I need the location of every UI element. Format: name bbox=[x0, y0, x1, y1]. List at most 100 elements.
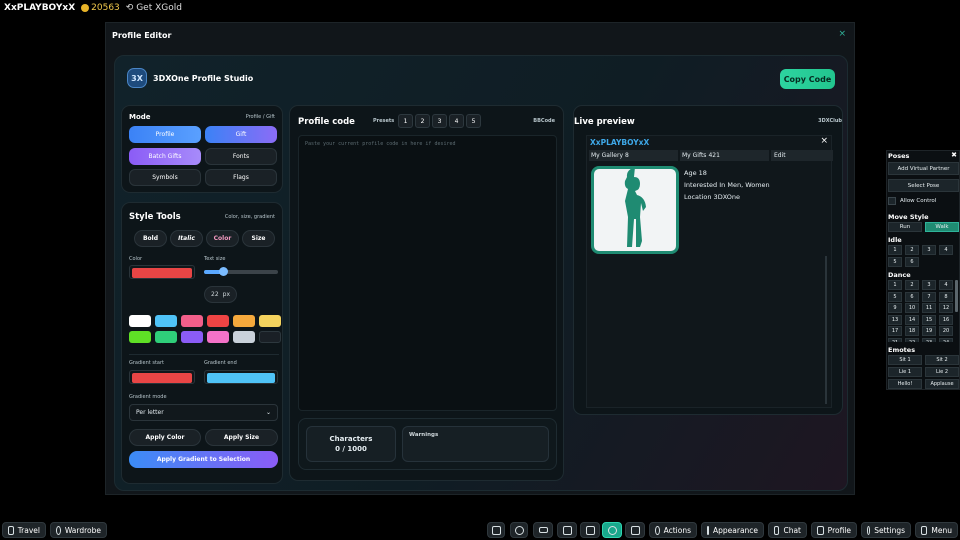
color-swatch-12[interactable] bbox=[259, 331, 281, 343]
dance-pose-button-12[interactable]: 12 bbox=[939, 303, 953, 313]
mode-symbols-button[interactable]: Symbols bbox=[129, 169, 201, 186]
dance-pose-button-19[interactable]: 19 bbox=[922, 326, 936, 336]
color-swatch-6[interactable] bbox=[259, 315, 281, 327]
gradient-end-picker[interactable] bbox=[204, 370, 278, 384]
size-button[interactable]: Size bbox=[242, 230, 275, 247]
preview-scrollbar[interactable] bbox=[825, 256, 827, 404]
idle-pose-button-1[interactable]: 1 bbox=[888, 245, 902, 255]
emote-button-2[interactable]: Sit 2 bbox=[925, 355, 959, 365]
dance-pose-button-1[interactable]: 1 bbox=[888, 280, 902, 290]
preview-close-button[interactable]: × bbox=[820, 136, 828, 146]
checkbox-box[interactable] bbox=[888, 197, 896, 205]
emote-button-5[interactable]: Hello! bbox=[888, 379, 922, 389]
color-swatch-2[interactable] bbox=[155, 315, 177, 327]
gift-icon-button[interactable] bbox=[487, 522, 505, 538]
dance-pose-button-15[interactable]: 15 bbox=[922, 314, 936, 325]
profile-code-textarea[interactable]: Paste your current profile code in here … bbox=[298, 135, 557, 411]
emote-button-6[interactable]: Applause bbox=[925, 379, 959, 389]
emote-button-1[interactable]: Sit 1 bbox=[888, 355, 922, 365]
poses-close-button[interactable]: ✖ bbox=[951, 151, 957, 159]
dance-pose-button-2[interactable]: 2 bbox=[905, 280, 919, 290]
menu-button[interactable]: Menu bbox=[915, 522, 958, 538]
dance-pose-button-23[interactable]: 23 bbox=[922, 337, 936, 342]
screenshot-button[interactable] bbox=[625, 522, 645, 538]
messages-icon-button[interactable] bbox=[533, 522, 553, 538]
idle-pose-button-2[interactable]: 2 bbox=[905, 245, 919, 255]
italic-button[interactable]: Italic bbox=[170, 230, 203, 247]
avatar[interactable] bbox=[591, 166, 679, 254]
profile-button[interactable]: Profile bbox=[811, 522, 857, 538]
idle-pose-button-6[interactable]: 6 bbox=[905, 257, 919, 267]
mode-profile-button[interactable]: Profile bbox=[129, 126, 201, 143]
settings-button[interactable]: Settings bbox=[861, 522, 911, 538]
color-swatch-5[interactable] bbox=[233, 315, 255, 327]
move-style-walk-button[interactable]: Walk bbox=[925, 222, 959, 232]
dance-pose-button-22[interactable]: 22 bbox=[905, 337, 919, 342]
dance-pose-button-17[interactable]: 17 bbox=[888, 326, 902, 336]
window-close-button[interactable]: × bbox=[838, 29, 846, 39]
preset-button-1[interactable]: 1 bbox=[398, 114, 413, 128]
dance-pose-button-5[interactable]: 5 bbox=[888, 291, 902, 302]
mode-batch-gifts-button[interactable]: Batch Gifts bbox=[129, 148, 201, 165]
preset-button-4[interactable]: 4 bbox=[449, 114, 464, 128]
color-swatch-11[interactable] bbox=[233, 331, 255, 343]
apply-size-button[interactable]: Apply Size bbox=[205, 429, 278, 446]
text-size-slider[interactable] bbox=[204, 267, 278, 276]
preset-button-2[interactable]: 2 bbox=[415, 114, 430, 128]
color-swatch-10[interactable] bbox=[207, 331, 229, 343]
bold-button[interactable]: Bold bbox=[134, 230, 167, 247]
color-swatch-7[interactable] bbox=[129, 331, 151, 343]
idle-pose-button-5[interactable]: 5 bbox=[888, 257, 902, 267]
dance-pose-button-11[interactable]: 11 bbox=[922, 303, 936, 313]
dance-pose-button-20[interactable]: 20 bbox=[939, 326, 953, 336]
move-style-run-button[interactable]: Run bbox=[888, 222, 922, 232]
mode-flags-button[interactable]: Flags bbox=[205, 169, 277, 186]
text-size-value[interactable]: 22 px bbox=[204, 286, 237, 303]
dance-pose-button-21[interactable]: 21 bbox=[888, 337, 902, 342]
dance-pose-button-24[interactable]: 24 bbox=[939, 337, 953, 342]
copy-code-button[interactable]: Copy Code bbox=[780, 69, 835, 89]
color-swatch-4[interactable] bbox=[207, 315, 229, 327]
color-swatch-3[interactable] bbox=[181, 315, 203, 327]
tab-edit[interactable]: Edit bbox=[771, 150, 833, 161]
dance-pose-button-3[interactable]: 3 bbox=[922, 280, 936, 290]
dance-scrollbar[interactable] bbox=[955, 280, 958, 312]
gradient-mode-select[interactable]: Per letter ⌄ bbox=[129, 404, 278, 421]
dance-pose-button-9[interactable]: 9 bbox=[888, 303, 902, 313]
text-size-slider-handle[interactable] bbox=[218, 267, 228, 276]
color-swatch-8[interactable] bbox=[155, 331, 177, 343]
select-pose-button[interactable]: Select Pose bbox=[888, 179, 959, 192]
dance-pose-button-14[interactable]: 14 bbox=[905, 314, 919, 325]
dance-pose-button-4[interactable]: 4 bbox=[939, 280, 953, 290]
idle-pose-button-4[interactable]: 4 bbox=[939, 245, 953, 255]
appearance-button[interactable]: Appearance bbox=[701, 522, 764, 538]
color-swatch-9[interactable] bbox=[181, 331, 203, 343]
home-icon-button[interactable] bbox=[580, 522, 600, 538]
dance-pose-button-18[interactable]: 18 bbox=[905, 326, 919, 336]
wardrobe-button[interactable]: Wardrobe bbox=[50, 522, 107, 538]
dance-pose-button-10[interactable]: 10 bbox=[905, 303, 919, 313]
get-xgold-link[interactable]: ⟲ Get XGold bbox=[126, 3, 182, 13]
add-virtual-partner-button[interactable]: Add Virtual Partner bbox=[888, 162, 959, 175]
color-button[interactable]: Color bbox=[206, 230, 239, 247]
color-picker[interactable] bbox=[129, 265, 195, 279]
username-label[interactable]: XxPLAYBOYxX bbox=[4, 3, 75, 13]
dance-pose-button-6[interactable]: 6 bbox=[905, 291, 919, 302]
idle-pose-button-3[interactable]: 3 bbox=[922, 245, 936, 255]
dance-pose-button-8[interactable]: 8 bbox=[939, 291, 953, 302]
preset-button-5[interactable]: 5 bbox=[466, 114, 481, 128]
tab-my-gifts[interactable]: My Gifts 421 bbox=[680, 150, 769, 161]
dance-pose-button-16[interactable]: 16 bbox=[939, 314, 953, 325]
travel-button[interactable]: Travel bbox=[2, 522, 46, 538]
dance-pose-button-13[interactable]: 13 bbox=[888, 314, 902, 325]
tab-my-gallery[interactable]: My Gallery 8 bbox=[589, 150, 678, 161]
emote-button-4[interactable]: Lie 2 bbox=[925, 367, 959, 377]
mode-fonts-button[interactable]: Fonts bbox=[205, 148, 277, 165]
dance-pose-button-7[interactable]: 7 bbox=[922, 291, 936, 302]
color-swatch-1[interactable] bbox=[129, 315, 151, 327]
allow-control-checkbox[interactable]: Allow Control bbox=[888, 197, 936, 205]
mode-gift-button[interactable]: Gift bbox=[205, 126, 277, 143]
apply-gradient-button[interactable]: Apply Gradient to Selection bbox=[129, 451, 278, 468]
chat-button[interactable]: Chat bbox=[768, 522, 807, 538]
speech-icon-button[interactable] bbox=[557, 522, 577, 538]
